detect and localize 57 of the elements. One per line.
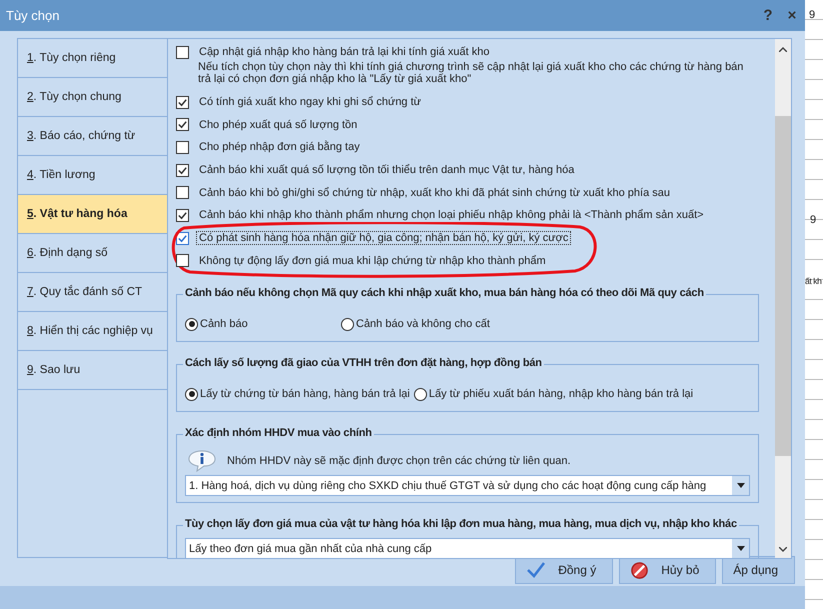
caret-icon <box>736 546 744 552</box>
background-text: ất kh <box>805 276 822 286</box>
checkbox[interactable] <box>176 46 189 59</box>
checkbox[interactable] <box>176 186 189 200</box>
checkbox[interactable] <box>176 208 189 222</box>
option-label[interactable]: Có phát sinh hàng hóa nhận giữ hộ, gia công; nhận bán hộ, ký gửi, ký cược <box>196 231 572 246</box>
option-label[interactable]: Cho phép nhập đơn giá bằng tay <box>196 140 363 154</box>
checkbox[interactable] <box>176 164 189 177</box>
radio-label[interactable]: Cảnh báo <box>200 318 248 330</box>
info-text: Nhóm HHDV này sẽ mặc định được chọn trên các chứng từ liên quan. <box>227 455 571 468</box>
background-text: 9 <box>809 9 816 21</box>
prohibited-icon <box>630 560 650 580</box>
radio-label[interactable]: Lấy từ phiếu xuất bán hàng, nhập kho hàng bán trả lại <box>428 388 694 400</box>
option-label[interactable]: Có tính giá xuất kho ngay khi ghi sổ chứng từ <box>196 95 424 110</box>
sidebar-item[interactable]: 1. Tùy chọn riêng <box>18 39 167 78</box>
sidebar-item[interactable]: 6. Định dạng số <box>18 234 167 273</box>
background-text: 9 <box>810 214 816 226</box>
option-label[interactable]: Cập nhật giá nhập kho hàng bán trả lại khi tính giá xuất kho <box>196 45 492 60</box>
radio-button[interactable] <box>185 318 198 331</box>
group-title: Xác định nhóm HHDV mua vào chính <box>183 427 374 440</box>
radio-label[interactable]: Cảnh báo và không cho cất <box>356 318 490 330</box>
checkbox[interactable] <box>176 254 189 268</box>
option-label[interactable]: Cảnh báo khi nhập kho thành phẩm nhưng chọn loại phiếu nhập không phải là <Thành phẩm sản xuất> <box>196 208 707 222</box>
apply-button[interactable]: Áp dụng <box>722 556 795 584</box>
option-label[interactable]: Cảnh báo khi bỏ ghi/ghi sổ chứng từ nhập, xuất kho khi đã phát sinh chứng từ xuất kho phía sau <box>196 186 673 200</box>
option-description: Nếu tích chọn tùy chọn này thì khi tính giá chương trình sẽ cập nhật lại giá xuất kho cho các chứng từ hàng bán trả lại có chọn đơn giá nhập kho là "Lấy từ giá xuất kho" <box>197 60 744 85</box>
option-label[interactable]: Không tự động lấy đơn giá mua khi lập chứng từ nhập kho thành phẩm <box>196 254 549 268</box>
sidebar-item[interactable]: 2. Tùy chọn chung <box>18 78 167 117</box>
checkbox[interactable] <box>176 118 189 132</box>
sidebar-item[interactable]: 8. Hiển thị các nghiệp vụ <box>18 312 167 351</box>
scroll-thumb[interactable] <box>775 116 791 456</box>
option-label[interactable]: Cho phép xuất quá số lượng tồn <box>196 118 360 132</box>
window-title: Tùy chọn <box>6 8 60 23</box>
option-label[interactable]: Cảnh báo khi xuất quá số lượng tồn tối thiểu trên danh mục Vật tư, hàng hóa <box>196 163 578 178</box>
checkbox[interactable] <box>176 140 189 154</box>
radio-button[interactable] <box>414 388 427 401</box>
radio-label[interactable]: Lấy từ chứng từ bán hàng, hàng bán trả lại <box>200 388 410 400</box>
dropdown-field[interactable]: 1. Hàng hoá, dịch vụ dùng riêng cho SXKD chịu thuế GTGT và sử dụng cho các hoạt động cung cấp hàng <box>185 475 750 496</box>
scrollbar[interactable] <box>775 39 791 558</box>
caret-icon <box>736 483 744 488</box>
group-title: Cảnh báo nếu không chọn Mã quy cách khi nhập xuất kho, mua bán hàng hóa có theo dõi Mã quy cách <box>183 287 706 300</box>
scroll-up-icon[interactable] <box>779 47 787 52</box>
sidebar-item[interactable]: 3. Báo cáo, chứng từ <box>18 117 167 156</box>
sidebar-item[interactable]: 5. Vật tư hàng hóa <box>18 195 167 234</box>
sidebar-item[interactable]: 7. Quy tắc đánh số CT <box>18 273 167 312</box>
info-icon <box>187 449 217 474</box>
scroll-down-icon[interactable] <box>779 547 787 552</box>
group-title: Tùy chọn lấy đơn giá mua của vật tư hàng hóa khi lập đơn mua hàng, mua hàng, mua dịch vụ, nhập kho khác <box>183 518 739 530</box>
checkbox[interactable] <box>176 96 189 109</box>
checkmark-icon <box>526 561 546 579</box>
dropdown-field[interactable]: Lấy theo đơn giá mua gần nhất của nhà cung cấp <box>185 538 750 558</box>
help-button[interactable]: ? <box>757 7 779 24</box>
close-button[interactable]: × <box>781 7 803 24</box>
sidebar-item[interactable]: 9. Sao lưu <box>18 351 167 390</box>
radio-button[interactable] <box>185 388 198 401</box>
group-title: Cách lấy số lượng đã giao của VTHH trên đơn đặt hàng, hợp đồng bán <box>183 357 544 370</box>
radio-button[interactable] <box>341 318 354 331</box>
